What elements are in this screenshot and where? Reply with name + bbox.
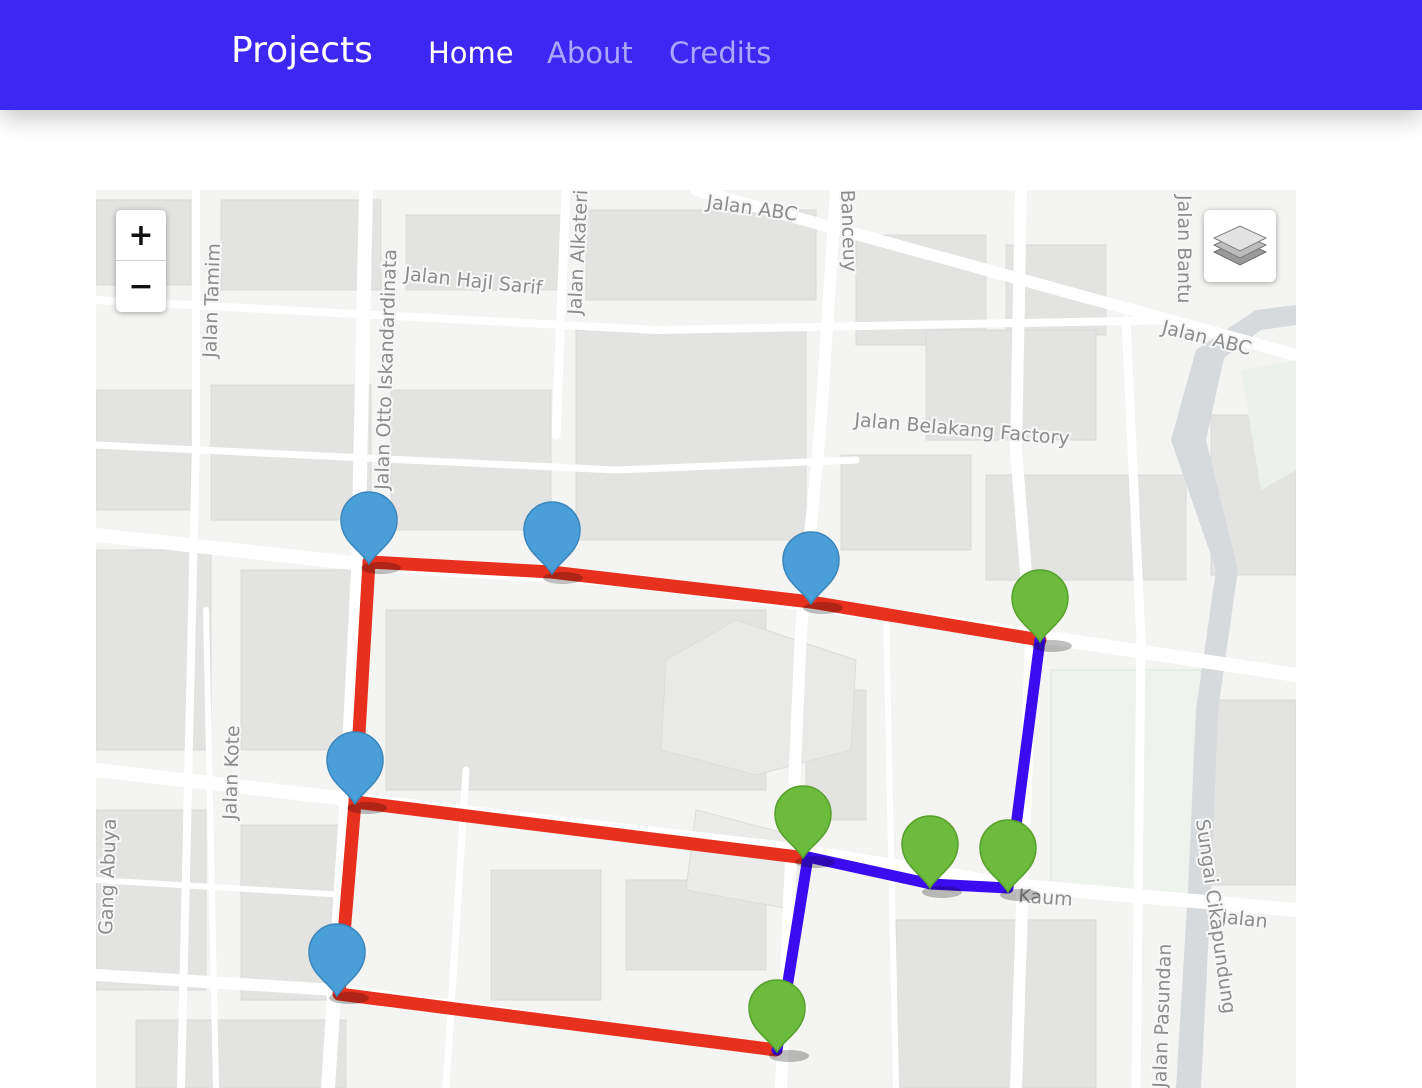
- top-navbar: Projects Home About Credits: [0, 0, 1422, 110]
- map-view[interactable]: Jalan ABC Jalan Hajl Sarif Jalan Alkater…: [96, 190, 1296, 1088]
- nav-credits-link[interactable]: Credits: [669, 36, 771, 70]
- layers-control-button[interactable]: [1204, 210, 1276, 282]
- zoom-in-button[interactable]: +: [116, 210, 166, 261]
- street-label: Banceuy: [836, 190, 861, 272]
- street-label: Gang Abuya: [96, 818, 121, 935]
- brand-link[interactable]: Projects: [231, 30, 373, 71]
- map-tiles: Jalan ABC Jalan Hajl Sarif Jalan Alkater…: [96, 190, 1296, 1088]
- street-label: Jalan Kote: [219, 725, 244, 821]
- nav-home-link[interactable]: Home: [428, 36, 514, 70]
- street-label: Jalan Tamim: [199, 243, 225, 359]
- layers-icon: [1212, 225, 1268, 266]
- street-label: Jalan Bantu: [1173, 194, 1195, 303]
- zoom-out-button[interactable]: −: [116, 261, 166, 312]
- zoom-control: + −: [116, 210, 166, 312]
- nav-about-link[interactable]: About: [547, 36, 633, 70]
